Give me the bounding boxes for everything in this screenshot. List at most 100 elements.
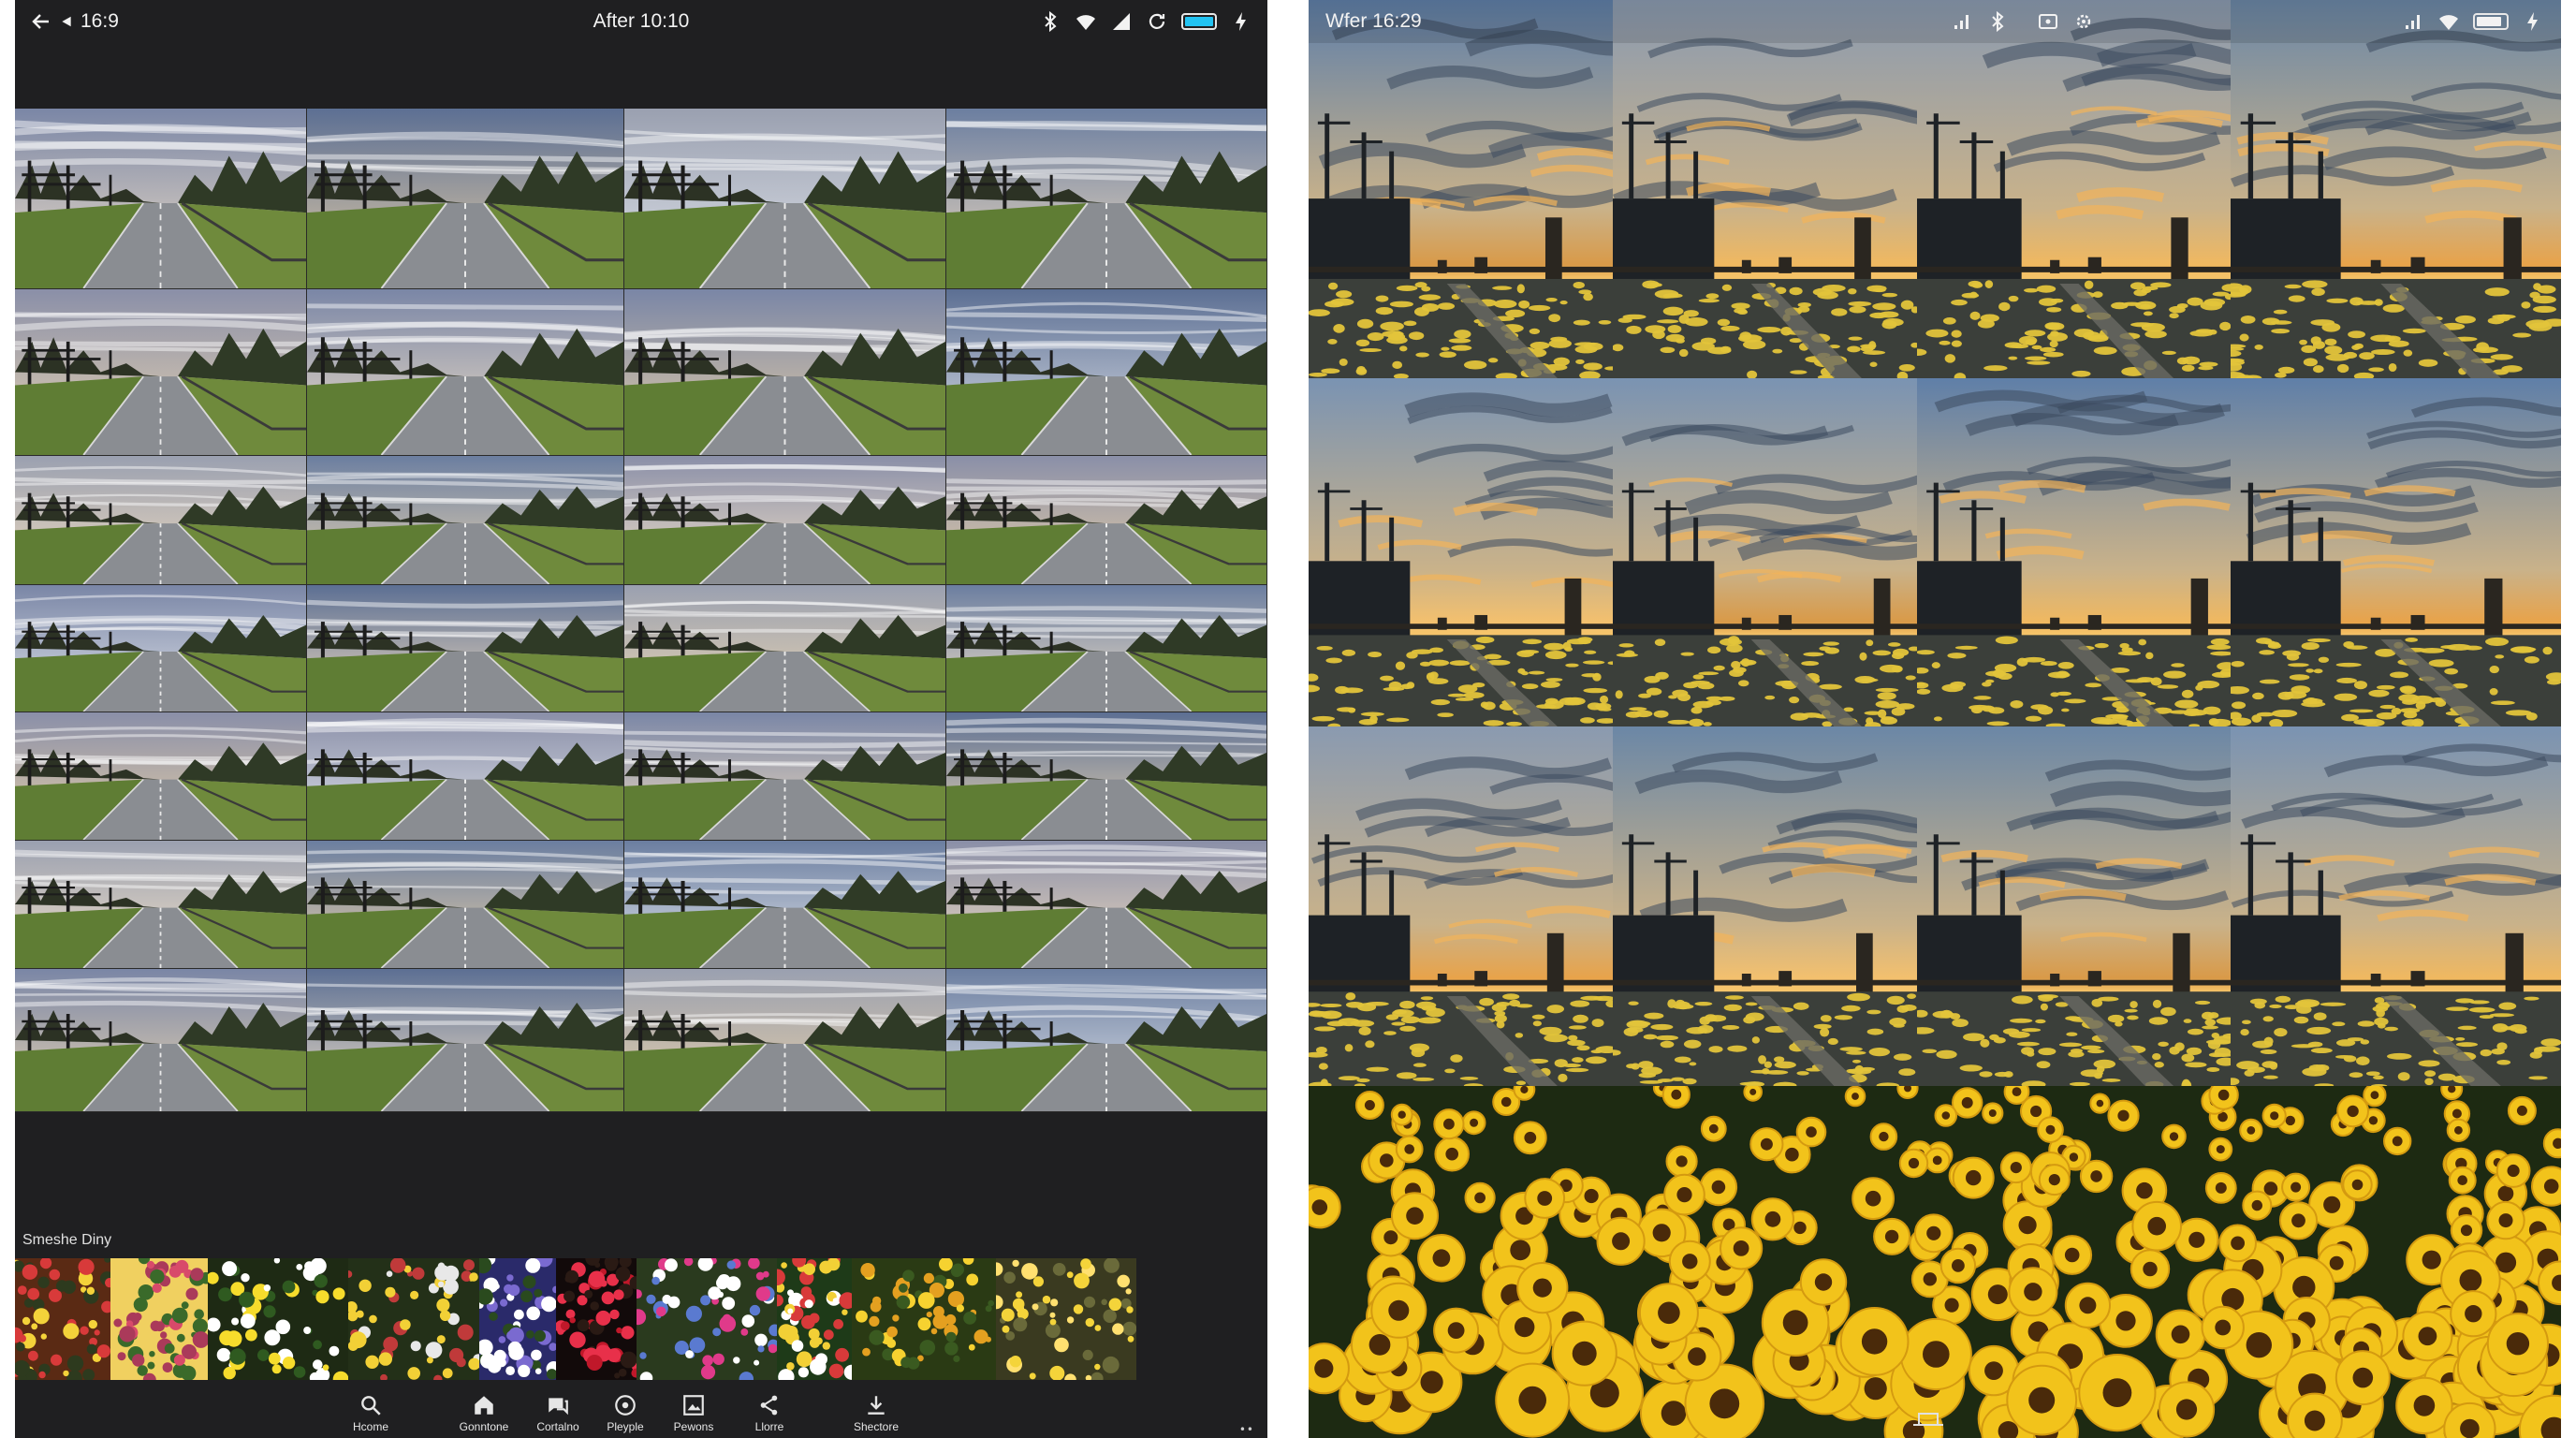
- sunset-photo-tile[interactable]: [1917, 0, 2231, 378]
- nav-label: Cortalno: [536, 1420, 579, 1433]
- flower-thumbnail[interactable]: [110, 1258, 208, 1380]
- nav-item-gonntone[interactable]: Gonntone: [446, 1393, 521, 1433]
- road-photo-tile[interactable]: [15, 841, 307, 969]
- chat-icon: [546, 1393, 570, 1417]
- road-photo-tile[interactable]: [307, 969, 624, 1112]
- nav-item-hcome[interactable]: Hcome: [333, 1393, 408, 1433]
- search-icon: [359, 1393, 383, 1417]
- sunset-photo-tile[interactable]: [1309, 378, 1613, 726]
- nav-label: Llorre: [754, 1420, 784, 1433]
- road-photo-tile[interactable]: [946, 289, 1267, 456]
- nav-label: Pleyple: [607, 1420, 644, 1433]
- sunset-photo-tile[interactable]: [2231, 0, 2561, 378]
- sunset-photo-tile[interactable]: [1309, 0, 1613, 378]
- back-arrow-icon[interactable]: [30, 10, 52, 33]
- signal-icon: [2402, 10, 2424, 33]
- road-photo-tile[interactable]: [946, 969, 1267, 1112]
- road-photo-tile[interactable]: [307, 841, 624, 969]
- home-indicator-icon[interactable]: [1910, 1404, 1947, 1429]
- refresh-icon: [1146, 10, 1168, 33]
- battery-icon: [1181, 13, 1217, 30]
- road-photo-tile[interactable]: [624, 841, 946, 969]
- sunset-photo-tile[interactable]: [1917, 378, 2231, 726]
- sunset-photo-tile[interactable]: [1613, 378, 1917, 726]
- nav-label: Pewons: [673, 1420, 714, 1433]
- road-photo-tile[interactable]: [946, 109, 1267, 289]
- flower-thumbnail[interactable]: [15, 1258, 110, 1380]
- road-photo-tile[interactable]: [307, 712, 624, 841]
- right-status-bar: Wfer 16:29: [1309, 0, 2561, 43]
- sunset-photo-tile[interactable]: [1917, 726, 2231, 1086]
- battery-icon: [2473, 13, 2509, 30]
- left-status-bar: 16:9 After 10:10: [15, 0, 1267, 43]
- road-photo-tile[interactable]: [624, 969, 946, 1112]
- flower-thumbnail[interactable]: [777, 1258, 852, 1380]
- road-photo-tile[interactable]: [624, 289, 946, 456]
- flower-thumbnail-strip: [15, 1258, 1251, 1380]
- sunset-photo-tile[interactable]: [1613, 726, 1917, 1086]
- more-dots[interactable]: ••: [1239, 1423, 1254, 1436]
- charging-icon: [1230, 10, 1252, 33]
- road-photo-tile[interactable]: [946, 712, 1267, 841]
- nav-item-pleyple[interactable]: Pleyple: [588, 1393, 663, 1433]
- signal-icon: [1110, 10, 1133, 33]
- road-photo-tile[interactable]: [15, 585, 307, 712]
- road-photo-tile[interactable]: [307, 456, 624, 585]
- charging-icon: [2522, 10, 2544, 33]
- nav-label: Gonntone: [459, 1420, 509, 1433]
- road-photo-tile[interactable]: [307, 109, 624, 289]
- nav-label: Hcome: [352, 1420, 388, 1433]
- road-photo-tile[interactable]: [307, 289, 624, 456]
- road-photo-tile[interactable]: [15, 969, 307, 1112]
- flower-thumbnail[interactable]: [479, 1258, 556, 1380]
- flower-thumbnail[interactable]: [208, 1258, 348, 1380]
- flower-thumbnail[interactable]: [996, 1258, 1136, 1380]
- road-photo-tile[interactable]: [15, 712, 307, 841]
- flower-thumbnail[interactable]: [852, 1258, 996, 1380]
- bottom-nav-bar: Hcome Gonntone Cortalno Pleyple Pewons L…: [15, 1386, 1267, 1438]
- road-photo-tile[interactable]: [624, 109, 946, 289]
- nav-item-pewons[interactable]: Pewons: [656, 1393, 731, 1433]
- road-photo-tile[interactable]: [946, 456, 1267, 585]
- download-icon: [864, 1393, 888, 1417]
- image-icon: [681, 1393, 706, 1417]
- sunset-photo-grid: [1309, 0, 2561, 1086]
- road-photo-grid: [15, 109, 1267, 1112]
- sunset-photo-tile[interactable]: [1613, 0, 1917, 378]
- nav-item-llorre[interactable]: Llorre: [732, 1393, 807, 1433]
- share-icon: [757, 1393, 782, 1417]
- flower-thumbnail[interactable]: [556, 1258, 637, 1380]
- road-photo-tile[interactable]: [15, 109, 307, 289]
- nav-item-shectore[interactable]: Shectore: [839, 1393, 914, 1433]
- road-photo-tile[interactable]: [624, 712, 946, 841]
- right-status-time: Wfer 16:29: [1325, 10, 1422, 32]
- wifi-icon: [1075, 10, 1097, 33]
- flower-thumbnail[interactable]: [637, 1258, 777, 1380]
- left-phone-screen: 16:9 After 10:10 Smeshe Diny Hcome Gonnt…: [15, 0, 1267, 1438]
- strip-label: Smeshe Diny: [22, 1232, 112, 1248]
- sunset-photo-tile[interactable]: [1309, 726, 1613, 1086]
- sunset-photo-tile[interactable]: [2231, 726, 2561, 1086]
- left-status-time: 16:9: [80, 10, 119, 32]
- wifi-icon: [2437, 10, 2460, 33]
- road-photo-tile[interactable]: [946, 585, 1267, 712]
- road-photo-tile[interactable]: [15, 456, 307, 585]
- home-icon: [472, 1393, 496, 1417]
- cast-icon: [2037, 10, 2059, 33]
- bluetooth-icon: [1986, 10, 2009, 33]
- signal-icon: [1951, 10, 1973, 33]
- flower-thumbnail[interactable]: [348, 1258, 479, 1380]
- right-phone-screen: Wfer 16:29: [1309, 0, 2561, 1438]
- road-photo-tile[interactable]: [307, 585, 624, 712]
- bluetooth-icon: [1039, 10, 1061, 33]
- road-photo-tile[interactable]: [624, 456, 946, 585]
- circle-dot-icon: [613, 1393, 637, 1417]
- nav-item-cortalno[interactable]: Cortalno: [520, 1393, 595, 1433]
- sunflower-field-panel: [1309, 1086, 2561, 1438]
- sunset-photo-tile[interactable]: [2231, 378, 2561, 726]
- location-arrow-icon: [60, 15, 73, 28]
- road-photo-tile[interactable]: [624, 585, 946, 712]
- road-photo-tile[interactable]: [946, 841, 1267, 969]
- road-photo-tile[interactable]: [15, 289, 307, 456]
- settings-icon: [2072, 10, 2095, 33]
